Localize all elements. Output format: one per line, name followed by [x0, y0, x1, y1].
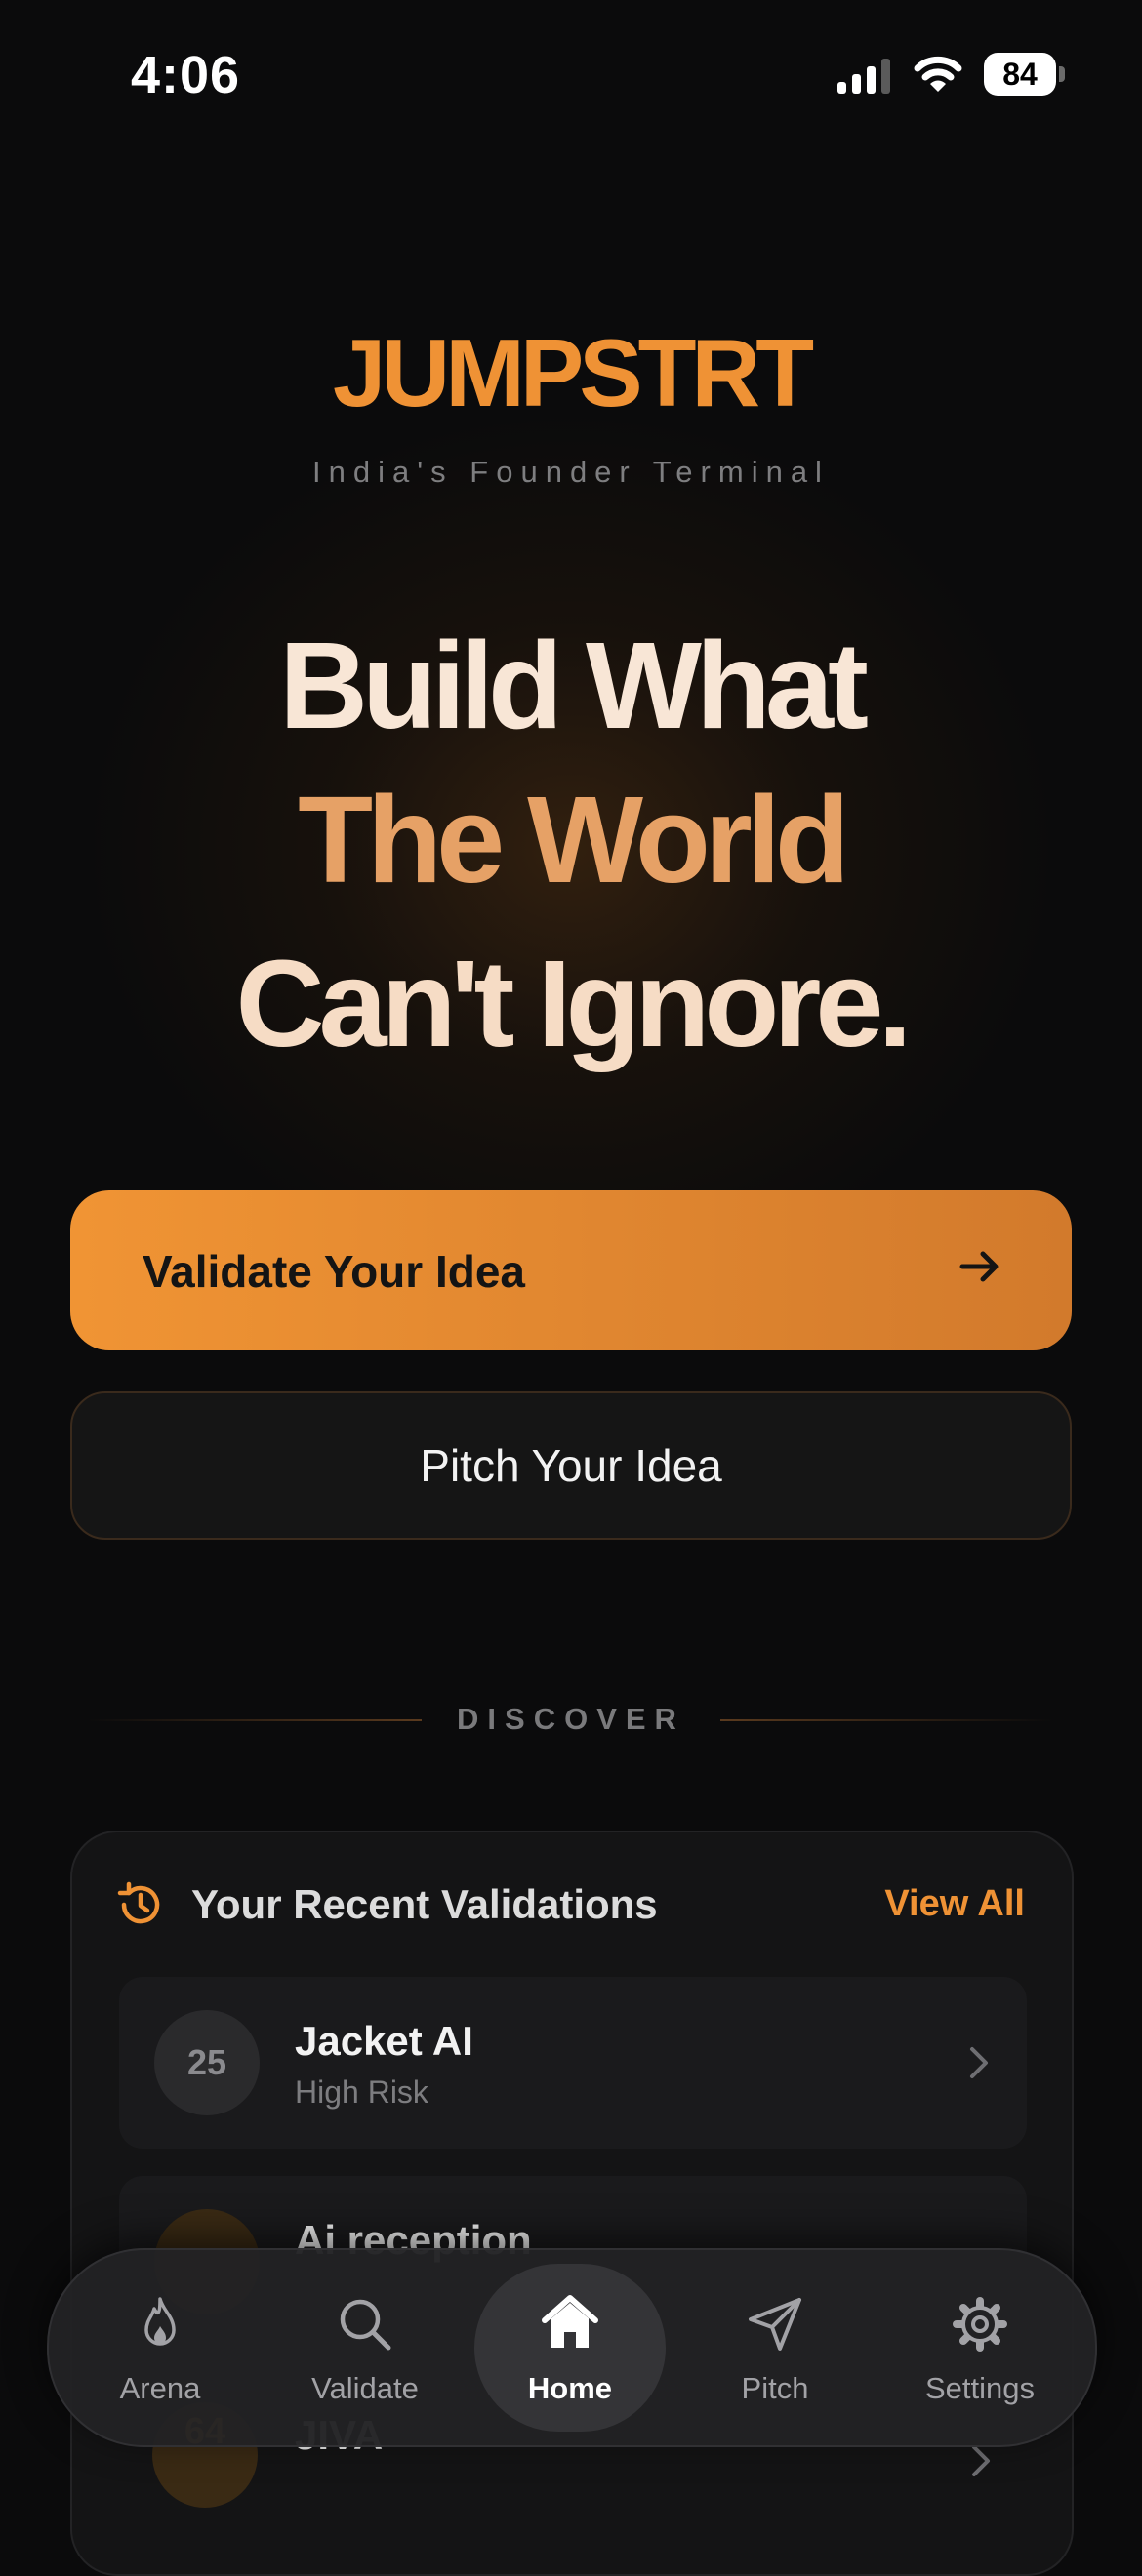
pitch-idea-label: Pitch Your Idea	[420, 1440, 722, 1491]
divider-left	[88, 1719, 422, 1721]
status-time: 4:06	[131, 46, 241, 104]
chevron-right-icon	[970, 2047, 988, 2078]
tab-label: Arena	[119, 2371, 201, 2405]
cellular-signal-icon	[837, 59, 890, 94]
bottom-tab-bar: Arena Validate Home Pitch Settings	[47, 2248, 1097, 2447]
hero-line-2: The World	[298, 771, 850, 908]
search-icon	[340, 2299, 391, 2351]
tab-validate[interactable]: Validate	[269, 2250, 461, 2445]
wifi-icon	[914, 56, 962, 92]
history-icon	[117, 1881, 160, 1924]
status-bar: 4:06 84	[0, 0, 1142, 146]
brand-tagline: India's Founder Terminal	[312, 455, 830, 489]
validate-idea-button[interactable]: Validate Your Idea	[70, 1190, 1072, 1350]
flame-icon	[144, 2297, 176, 2346]
hero-line-1: Build What	[279, 617, 869, 754]
gear-icon	[953, 2297, 1007, 2352]
battery-icon: 84	[984, 53, 1065, 96]
validate-idea-label: Validate Your Idea	[143, 1246, 526, 1297]
validation-risk: High Risk	[295, 2074, 428, 2110]
divider-right	[720, 1719, 1052, 1721]
tab-label: Settings	[924, 2371, 1035, 2405]
tab-label: Pitch	[741, 2371, 809, 2405]
brand-logo: JUMPSTRT	[332, 319, 814, 426]
pitch-idea-button[interactable]: Pitch Your Idea	[70, 1391, 1072, 1540]
validation-name: Jacket AI	[295, 2018, 473, 2064]
send-icon	[749, 2298, 801, 2351]
arrow-right-icon	[959, 1251, 999, 1282]
battery-tip	[1059, 66, 1065, 82]
tab-label: Validate	[311, 2371, 419, 2405]
tab-settings[interactable]: Settings	[884, 2250, 1076, 2445]
tab-label: Home	[527, 2371, 613, 2405]
home-icon	[542, 2295, 598, 2348]
recent-validations-title: Your Recent Validations	[191, 1881, 658, 1927]
tab-arena[interactable]: Arena	[64, 2250, 256, 2445]
validation-score: 25	[154, 2010, 260, 2115]
battery-level: 84	[984, 53, 1056, 96]
view-all-link[interactable]: View All	[884, 1883, 1025, 1925]
tab-home[interactable]: Home	[474, 2264, 666, 2432]
tab-pitch[interactable]: Pitch	[679, 2250, 871, 2445]
validation-item[interactable]: 25 Jacket AI High Risk	[119, 1977, 1027, 2149]
section-title-discover: DISCOVER	[457, 1702, 685, 1736]
hero-line-3: Can't Ignore.	[235, 935, 913, 1072]
